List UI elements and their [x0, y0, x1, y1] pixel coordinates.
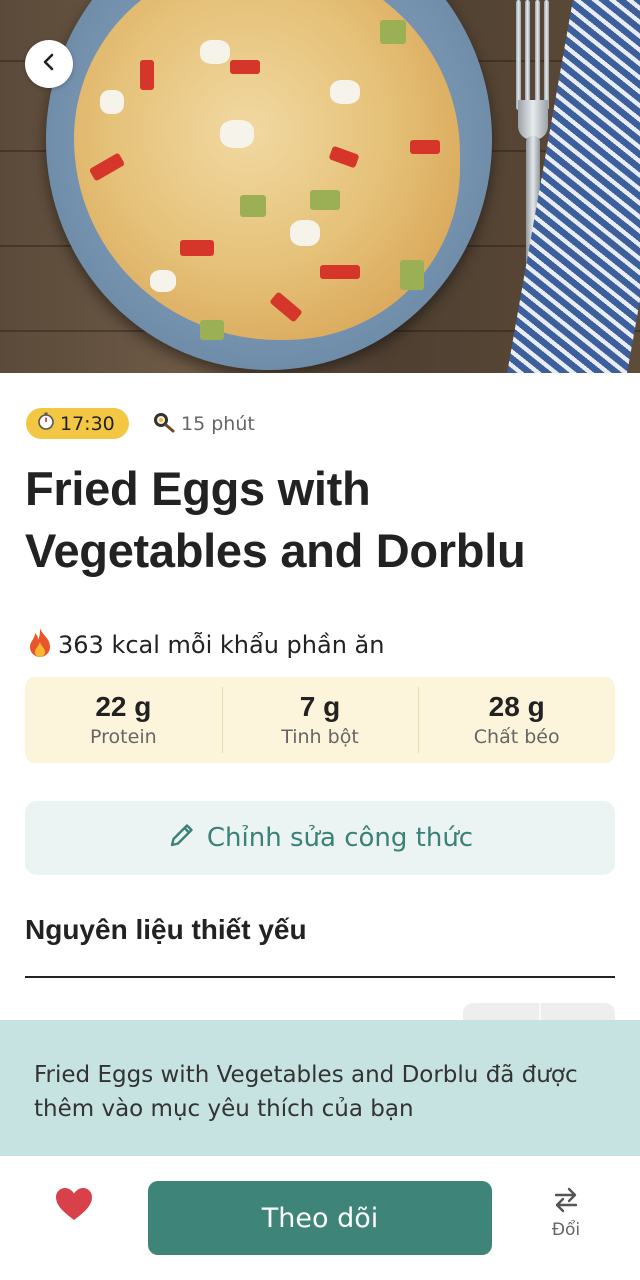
macro-carbs: 7 g Tinh bột: [221, 677, 419, 763]
stopwatch-icon: [36, 411, 56, 436]
macros-panel: 22 g Protein 7 g Tinh bột 28 g Chất béo: [25, 677, 615, 763]
pencil-icon: [167, 820, 197, 857]
recipe-hero-image: [0, 0, 640, 373]
macro-fat: 28 g Chất béo: [418, 677, 615, 763]
favorite-button[interactable]: [54, 1186, 94, 1222]
toast-message: Fried Eggs with Vegetables and Dorblu đã…: [34, 1062, 578, 1122]
meal-time-badge: 17:30: [26, 408, 129, 439]
frying-pan-icon: [152, 411, 176, 438]
calories-info: 363 kcal mỗi khẩu phần ăn: [26, 628, 384, 662]
calories-text: 363 kcal mỗi khẩu phần ăn: [58, 631, 385, 659]
back-button[interactable]: [25, 40, 73, 88]
follow-button[interactable]: Theo dõi: [148, 1181, 492, 1255]
macro-value: 22 g: [95, 691, 152, 722]
macro-protein: 22 g Protein: [25, 677, 222, 763]
swap-button[interactable]: Đổi: [540, 1186, 592, 1250]
heart-icon: [54, 1188, 94, 1226]
favorite-toast: Fried Eggs with Vegetables and Dorblu đã…: [0, 1020, 640, 1156]
swap-label: Đổi: [551, 1220, 581, 1240]
section-divider: [25, 976, 615, 978]
cooking-duration: 15 phút: [152, 410, 255, 438]
macro-value: 28 g: [488, 691, 545, 722]
recipe-title: Fried Eggs with Vegetables and Dorblu: [25, 462, 526, 577]
ingredients-section-title: Nguyên liệu thiết yếu: [25, 914, 307, 945]
chevron-left-icon: [38, 51, 60, 77]
macro-label: Tinh bột: [281, 726, 359, 748]
fire-icon: [26, 626, 54, 664]
macro-label: Chất béo: [473, 726, 560, 748]
follow-label: Theo dõi: [261, 1202, 379, 1234]
meal-time-text: 17:30: [60, 412, 115, 435]
macro-label: Protein: [90, 726, 157, 748]
swap-arrows-icon: [552, 1186, 580, 1218]
duration-text: 15 phút: [181, 413, 255, 435]
edit-recipe-label: Chỉnh sửa công thức: [206, 823, 474, 853]
edit-recipe-button[interactable]: Chỉnh sửa công thức: [25, 801, 615, 875]
macro-value: 7 g: [299, 691, 341, 722]
